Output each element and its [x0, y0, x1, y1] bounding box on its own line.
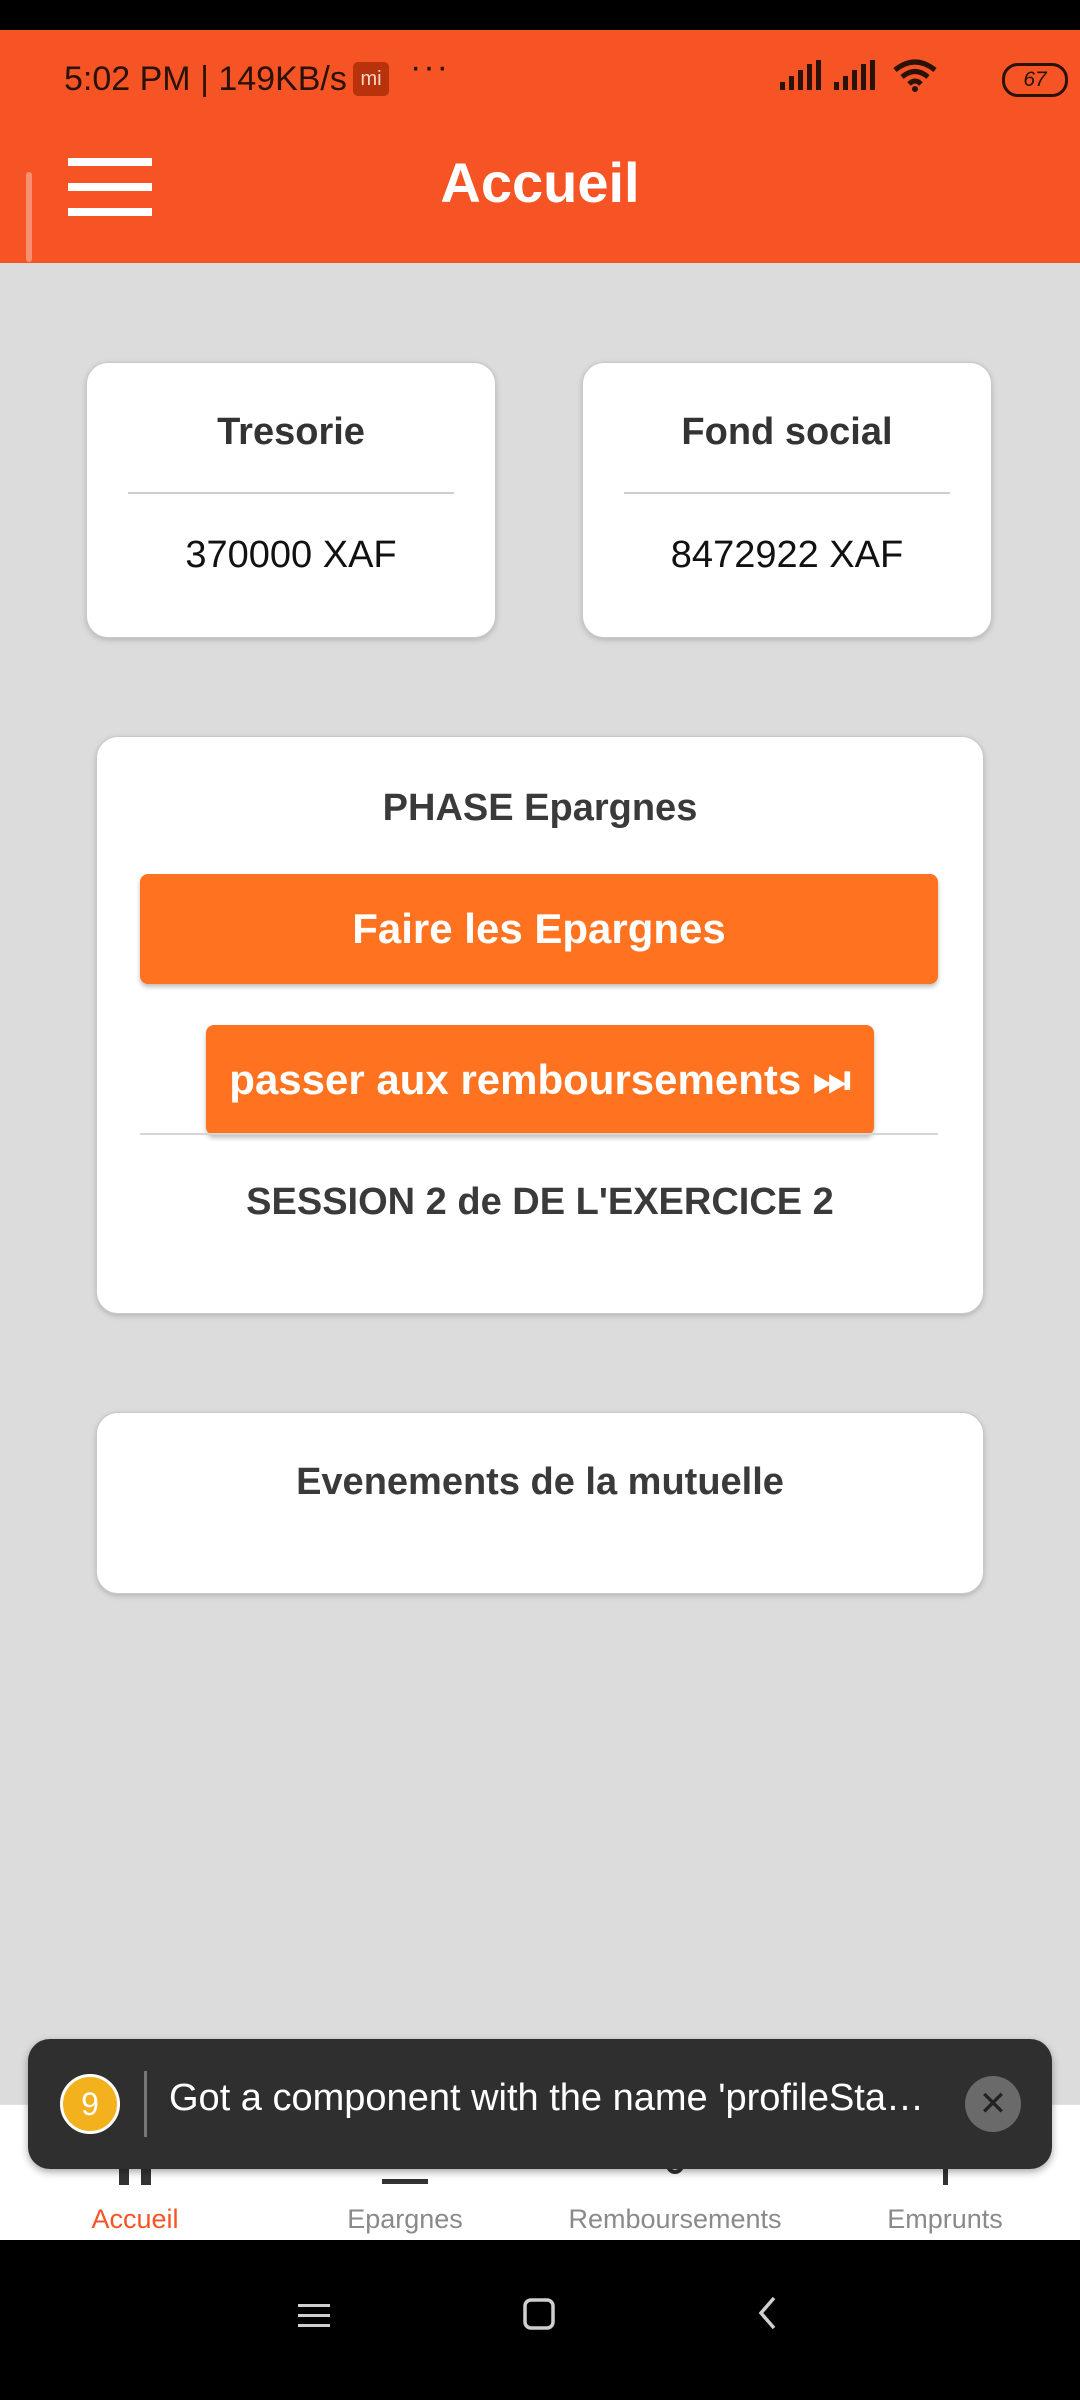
toast-count-badge: 9	[60, 2074, 120, 2134]
phase-title: PHASE Epargnes	[382, 787, 698, 829]
tresorie-card: Tresorie 370000 XAF	[86, 362, 496, 638]
faire-epargnes-button[interactable]: Faire les Epargnes	[140, 874, 938, 984]
status-time-speed: 5:02 PM | 149KB/s	[64, 60, 347, 98]
recent-apps-icon[interactable]	[296, 2288, 332, 2342]
tresorie-divider	[128, 492, 454, 494]
status-icons: 67	[740, 30, 1080, 128]
signal-1-icon	[780, 60, 821, 90]
toast-message: Got a component with the name 'profileSt…	[169, 2077, 924, 2119]
more-notifications-icon: ···	[410, 48, 450, 86]
fond-social-card: Fond social 8472922 XAF	[582, 362, 992, 638]
nav-label-epargnes: Epargnes	[347, 2204, 463, 2234]
passer-remboursements-button[interactable]: passer aux remboursements ⏭	[206, 1025, 874, 1135]
tresorie-label: Tresorie	[217, 411, 365, 453]
nav-label-emprunts: Emprunts	[887, 2204, 1003, 2234]
fond-social-label: Fond social	[681, 411, 893, 453]
home-button-icon[interactable]	[522, 2288, 556, 2342]
fond-social-divider	[624, 492, 950, 494]
session-label: SESSION 2 de DE L'EXERCICE 2	[246, 1181, 834, 1223]
tresorie-value: 370000 XAF	[185, 534, 397, 576]
system-navigation-bar	[0, 2240, 1080, 2400]
events-title: Evenements de la mutuelle	[296, 1461, 784, 1503]
signal-2-icon	[834, 60, 875, 90]
fond-social-value: 8472922 XAF	[670, 534, 904, 576]
toast-divider	[144, 2071, 147, 2137]
nav-label-accueil: Accueil	[91, 2204, 179, 2234]
battery-indicator: 67	[1002, 63, 1068, 97]
phase-divider	[140, 1133, 938, 1135]
top-edge	[0, 0, 1080, 30]
phase-card: PHASE Epargnes Faire les Epargnes passer…	[96, 736, 984, 1314]
wifi-icon	[893, 59, 937, 92]
close-icon[interactable]: ✕	[965, 2076, 1021, 2132]
back-icon[interactable]	[756, 2288, 780, 2342]
mi-notification-icon: mi	[353, 62, 389, 96]
toast-notification[interactable]: 9 Got a component with the name 'profile…	[28, 2039, 1052, 2169]
nav-label-remboursements: Remboursements	[568, 2204, 782, 2234]
events-card[interactable]: Evenements de la mutuelle	[96, 1412, 984, 1594]
page-title: Accueil	[440, 151, 640, 214]
